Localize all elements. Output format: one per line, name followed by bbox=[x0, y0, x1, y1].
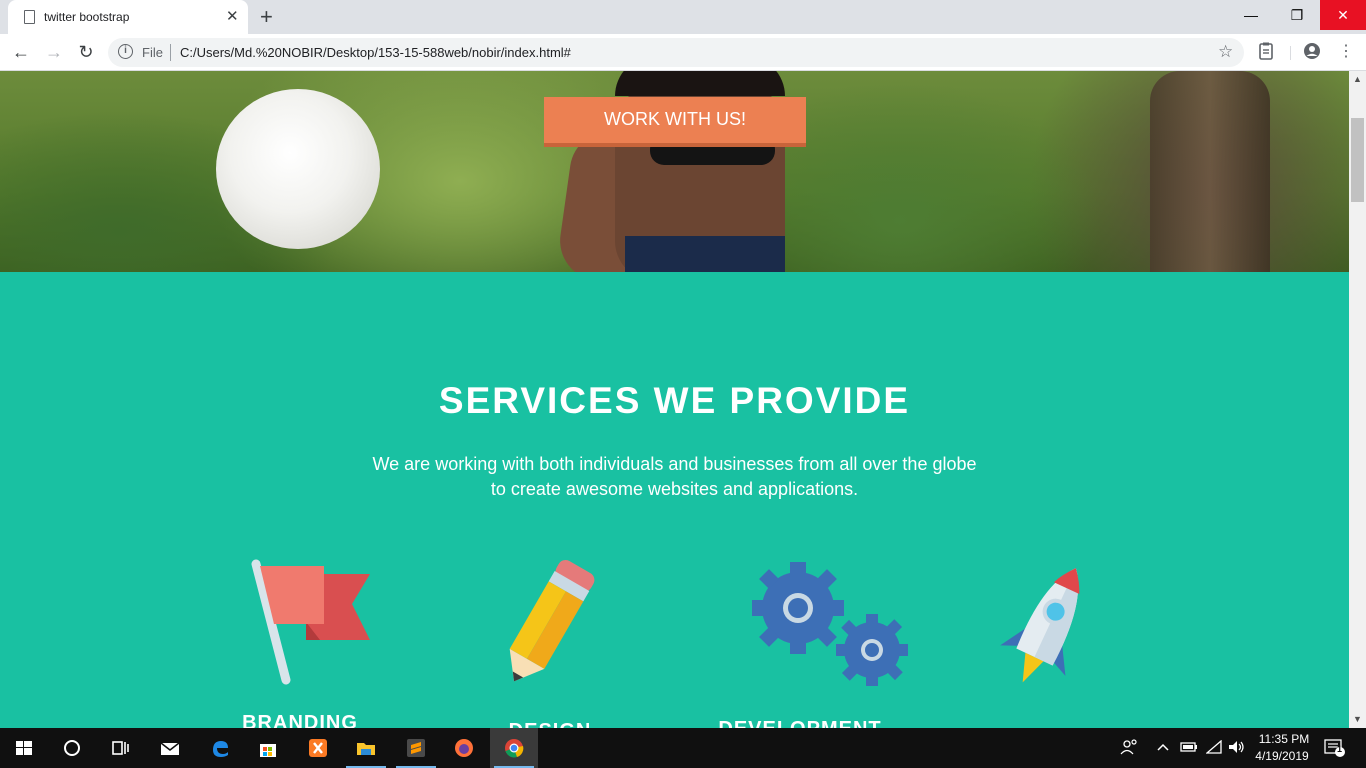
page-icon bbox=[24, 10, 35, 24]
service-label-branding: BRANDING bbox=[242, 712, 358, 728]
xampp-app[interactable] bbox=[294, 728, 342, 768]
task-view-button[interactable] bbox=[96, 728, 144, 768]
golf-ball-image bbox=[216, 89, 380, 249]
close-window-button[interactable]: ✕ bbox=[1320, 0, 1366, 30]
volume-icon[interactable] bbox=[1228, 740, 1246, 757]
minimize-button[interactable]: — bbox=[1228, 0, 1274, 30]
file-explorer-app[interactable] bbox=[342, 728, 390, 768]
browser-toolbar: ← → ↻ i File C:/Users/Md.%20NOBIR/Deskto… bbox=[0, 34, 1366, 71]
file-explorer-icon bbox=[357, 743, 375, 755]
people-icon[interactable] bbox=[1120, 738, 1138, 759]
gears-icon bbox=[748, 558, 912, 695]
page-viewport: WORK WITH US! SERVICES WE PROVIDE We are… bbox=[0, 71, 1349, 728]
notification-count: 1 bbox=[1337, 744, 1343, 754]
bookmark-star-icon[interactable]: ☆ bbox=[1218, 42, 1233, 62]
clock-date[interactable]: 4/19/2019 bbox=[1250, 749, 1314, 763]
scroll-down-arrow-icon[interactable]: ▼ bbox=[1349, 711, 1366, 728]
chrome-app[interactable] bbox=[490, 728, 538, 768]
windows-taskbar: 11:35 PM 4/19/2019 1 bbox=[0, 728, 1366, 768]
person-shirt bbox=[625, 236, 785, 272]
battery-icon[interactable] bbox=[1180, 740, 1198, 757]
action-center-icon[interactable]: 1 bbox=[1324, 738, 1346, 761]
tab-title: twitter bootstrap bbox=[44, 10, 130, 24]
firefox-app[interactable] bbox=[440, 728, 488, 768]
chrome-icon bbox=[505, 739, 524, 758]
firefox-icon bbox=[455, 739, 473, 757]
pencil-icon bbox=[496, 558, 596, 699]
address-bar[interactable]: i File C:/Users/Md.%20NOBIR/Desktop/153-… bbox=[108, 38, 1244, 67]
forward-button[interactable]: → bbox=[42, 40, 66, 64]
sublime-text-app[interactable] bbox=[392, 728, 440, 768]
tree-trunk-decoration bbox=[1150, 71, 1270, 272]
services-description: We are working with both individuals and… bbox=[350, 452, 999, 502]
page-scrollbar[interactable]: ▲ ▼ bbox=[1349, 71, 1366, 728]
edge-icon bbox=[213, 741, 228, 757]
toolbar-separator bbox=[1290, 46, 1291, 60]
sublime-text-icon bbox=[407, 739, 425, 757]
address-separator bbox=[170, 44, 171, 61]
store-icon bbox=[260, 744, 276, 757]
show-hidden-icons-icon[interactable] bbox=[1156, 740, 1170, 757]
new-tab-button[interactable]: + bbox=[260, 4, 273, 30]
service-label-development: DEVELOPMENT bbox=[710, 718, 890, 728]
reload-button[interactable]: ↻ bbox=[74, 40, 98, 64]
start-button[interactable] bbox=[0, 728, 48, 768]
cortana-icon bbox=[64, 740, 80, 756]
url-text[interactable]: C:/Users/Md.%20NOBIR/Desktop/153-15-588w… bbox=[180, 45, 571, 60]
clock-time[interactable]: 11:35 PM bbox=[1254, 732, 1314, 746]
scroll-thumb[interactable] bbox=[1351, 118, 1364, 202]
store-app[interactable] bbox=[244, 728, 292, 768]
browser-tab[interactable]: twitter bootstrap ✕ bbox=[8, 0, 248, 34]
mail-icon bbox=[160, 742, 180, 755]
task-view-icon bbox=[112, 741, 129, 755]
services-section: SERVICES WE PROVIDE We are working with … bbox=[0, 272, 1349, 728]
services-title: SERVICES WE PROVIDE bbox=[438, 380, 911, 421]
scroll-up-arrow-icon[interactable]: ▲ bbox=[1349, 71, 1366, 88]
services-description-line-1: We are working with both individuals and… bbox=[372, 454, 977, 474]
tab-close-icon[interactable]: ✕ bbox=[226, 7, 239, 25]
cortana-button[interactable] bbox=[48, 728, 96, 768]
mail-app[interactable] bbox=[146, 728, 194, 768]
info-icon[interactable]: i bbox=[118, 44, 133, 59]
back-button[interactable]: ← bbox=[9, 40, 33, 64]
hero-image: WORK WITH US! bbox=[0, 71, 1349, 272]
xampp-icon bbox=[309, 739, 327, 757]
service-label-design: DESIGN bbox=[470, 720, 630, 728]
extension-icon[interactable] bbox=[1256, 42, 1276, 62]
profile-icon[interactable] bbox=[1302, 42, 1322, 62]
wifi-icon[interactable] bbox=[1205, 739, 1222, 757]
security-label: File bbox=[142, 45, 163, 60]
rocket-icon bbox=[998, 560, 1098, 701]
edge-app[interactable] bbox=[196, 728, 244, 768]
menu-icon[interactable]: ⋮ bbox=[1336, 42, 1356, 62]
start-icon bbox=[16, 741, 32, 755]
person-hair bbox=[615, 71, 785, 96]
work-with-us-button[interactable]: WORK WITH US! bbox=[544, 97, 806, 147]
flag-icon bbox=[248, 558, 374, 693]
maximize-button[interactable]: ❐ bbox=[1274, 0, 1320, 30]
tab-strip: twitter bootstrap ✕ + — ❐ ✕ bbox=[0, 0, 1366, 34]
services-description-line-2: to create awesome websites and applicati… bbox=[490, 479, 859, 499]
